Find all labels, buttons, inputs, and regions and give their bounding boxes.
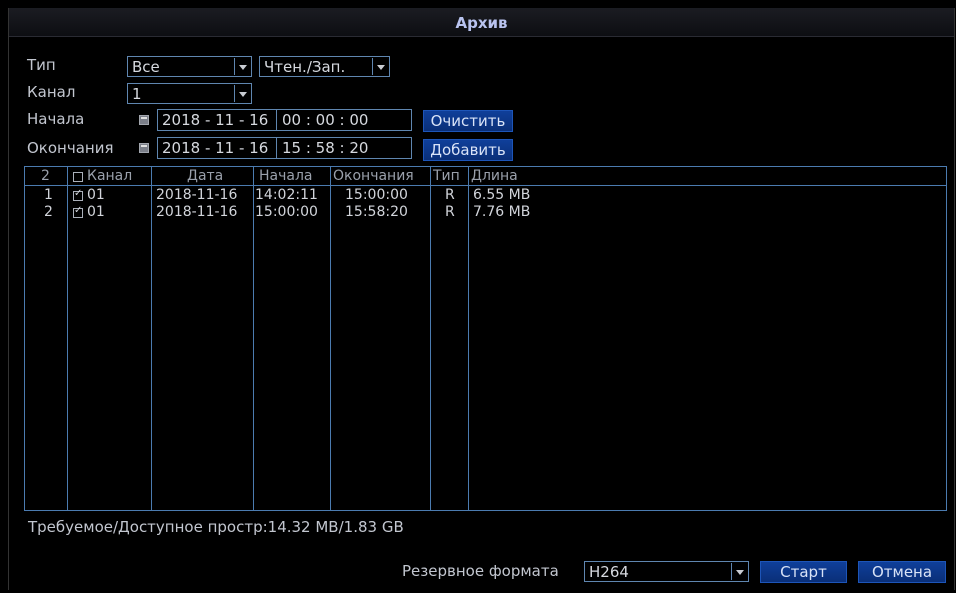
chevron-down-icon[interactable] bbox=[234, 85, 250, 102]
end-time-value[interactable]: 15 : 58 : 20 bbox=[282, 139, 368, 157]
header-count: 2 bbox=[41, 168, 50, 184]
channel-label: Канал bbox=[27, 83, 76, 101]
type-label: Тип bbox=[27, 56, 56, 74]
start-datetime-field[interactable]: 2018 - 11 - 16 00 : 00 : 00 bbox=[157, 109, 412, 131]
chevron-down-icon[interactable] bbox=[731, 563, 747, 580]
header-end[interactable]: Окончания bbox=[333, 168, 414, 184]
start-date-value[interactable]: 2018 - 11 - 16 bbox=[162, 111, 268, 129]
start-time-value[interactable]: 00 : 00 : 00 bbox=[282, 111, 368, 129]
type-select-value: Все bbox=[132, 58, 160, 76]
row-2-length[interactable]: 7.76 MB bbox=[473, 204, 530, 220]
row-1-length[interactable]: 6.55 MB bbox=[473, 187, 530, 203]
column-divider bbox=[151, 167, 152, 510]
row-2-channel[interactable]: 01 bbox=[87, 204, 105, 220]
row-1-number: 1 bbox=[44, 187, 53, 203]
type-select[interactable]: Все bbox=[127, 56, 252, 77]
mode-select-value: Чтен./Зап. bbox=[264, 58, 346, 76]
chevron-down-icon[interactable] bbox=[234, 58, 250, 75]
column-divider bbox=[468, 167, 469, 510]
row-2-type[interactable]: R bbox=[445, 204, 455, 220]
header-channel[interactable]: Канал bbox=[87, 168, 132, 184]
datetime-separator bbox=[276, 138, 277, 158]
select-all-checkbox[interactable] bbox=[73, 172, 83, 182]
channel-select[interactable]: 1 bbox=[127, 83, 252, 104]
column-divider bbox=[253, 167, 254, 510]
column-divider bbox=[430, 167, 431, 510]
start-label: Начала bbox=[27, 110, 85, 128]
row-2-date[interactable]: 2018-11-16 bbox=[156, 204, 237, 220]
recordings-table: 2 Канал Дата Начала Окончания Тип Длина … bbox=[24, 166, 947, 511]
row-2-start[interactable]: 15:00:00 bbox=[255, 204, 318, 220]
title-bar: Архив bbox=[9, 8, 954, 37]
space-info: Требуемое/Доступное простр:14.32 MB/1.83… bbox=[28, 518, 404, 536]
row-2-number: 2 bbox=[44, 204, 53, 220]
channel-select-value: 1 bbox=[132, 85, 142, 103]
end-label: Окончания bbox=[27, 139, 114, 157]
column-divider bbox=[67, 167, 68, 510]
format-label: Резервное формата bbox=[402, 562, 559, 580]
chevron-down-icon[interactable] bbox=[372, 58, 388, 75]
row-1-start[interactable]: 14:02:11 bbox=[255, 187, 318, 203]
cancel-button[interactable]: Отмена bbox=[858, 561, 946, 583]
format-select[interactable]: H264 bbox=[584, 561, 749, 582]
format-select-value: H264 bbox=[589, 563, 629, 581]
header-date[interactable]: Дата bbox=[187, 168, 223, 184]
add-button[interactable]: Добавить bbox=[423, 139, 513, 161]
calendar-icon[interactable] bbox=[139, 143, 149, 153]
row-2-end[interactable]: 15:58:20 bbox=[345, 204, 408, 220]
end-datetime-field[interactable]: 2018 - 11 - 16 15 : 58 : 20 bbox=[157, 137, 412, 159]
header-type[interactable]: Тип bbox=[433, 168, 460, 184]
row-1-date[interactable]: 2018-11-16 bbox=[156, 187, 237, 203]
datetime-separator bbox=[276, 110, 277, 130]
window-title: Архив bbox=[455, 14, 508, 32]
header-length[interactable]: Длина bbox=[471, 168, 518, 184]
clear-button[interactable]: Очистить bbox=[423, 110, 513, 132]
row-1-type[interactable]: R bbox=[445, 187, 455, 203]
row-1-end[interactable]: 15:00:00 bbox=[345, 187, 408, 203]
header-divider bbox=[25, 185, 946, 186]
row-2-checkbox[interactable] bbox=[73, 205, 83, 218]
start-button[interactable]: Старт bbox=[760, 561, 847, 583]
calendar-icon[interactable] bbox=[139, 115, 149, 125]
column-divider bbox=[330, 167, 331, 510]
row-1-channel[interactable]: 01 bbox=[87, 187, 105, 203]
header-start[interactable]: Начала bbox=[259, 168, 312, 184]
mode-select[interactable]: Чтен./Зап. bbox=[259, 56, 390, 77]
end-date-value[interactable]: 2018 - 11 - 16 bbox=[162, 139, 268, 157]
row-1-checkbox[interactable] bbox=[73, 188, 83, 201]
